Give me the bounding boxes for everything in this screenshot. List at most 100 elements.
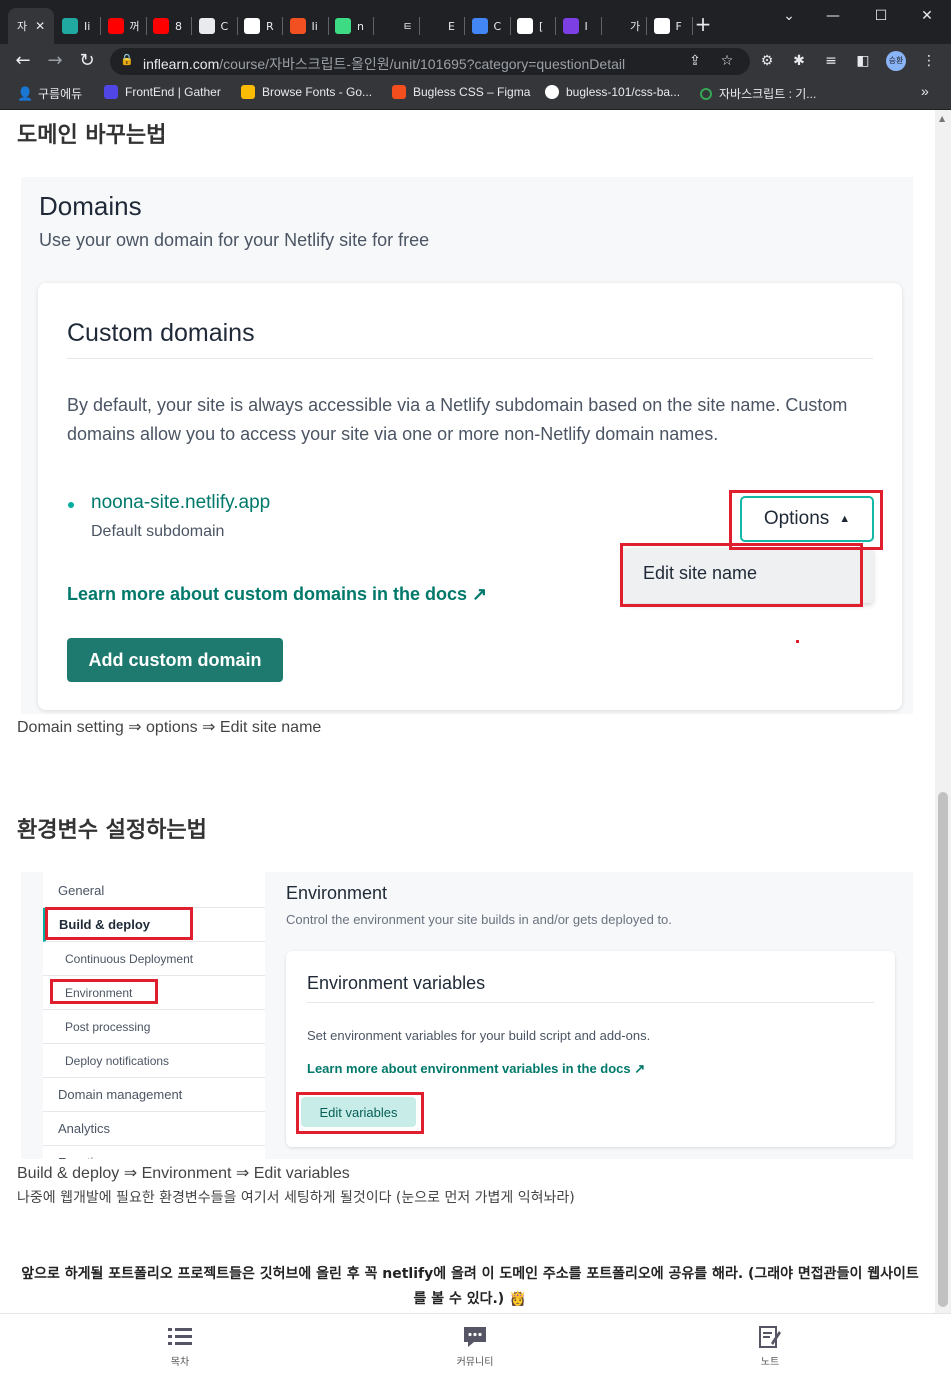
reload-button[interactable]: ↻ (76, 50, 98, 72)
bookmark-label: bugless-101/css-ba... (566, 85, 681, 99)
tab-item[interactable]: [ (511, 8, 555, 44)
new-tab-button[interactable]: + (693, 14, 713, 34)
sidebar-item-functions: Functions (43, 1146, 265, 1159)
tab-label: 가 (630, 20, 641, 33)
tab-favicon-icon (562, 18, 579, 34)
site-subdomain-link: noona-site.netlify.app (91, 492, 271, 513)
tab-favicon-icon (107, 18, 124, 34)
tab-favicon-icon (471, 18, 488, 34)
tab-favicon-icon (62, 18, 78, 34)
add-custom-domain-button: Add custom domain (67, 638, 283, 682)
bookmark-label: 구름에듀 (38, 87, 83, 101)
tab-item[interactable]: ㅌ (375, 8, 419, 44)
bookmark-item[interactable]: Bugless CSS – Figma (392, 85, 530, 99)
page-scrollbar[interactable]: ▲ (935, 110, 951, 1313)
figma-icon (392, 85, 406, 99)
tab-item[interactable]: Ii (56, 8, 100, 44)
back-button[interactable]: ← (12, 50, 34, 72)
tab-favicon-icon (244, 18, 260, 34)
url-text[interactable]: inflearn.com/course/자바스크립트-올인원/unit/1016… (143, 54, 625, 74)
bullet-icon (68, 502, 74, 508)
sidebar-item-continuous-deployment: Continuous Deployment (43, 942, 265, 976)
portfolio-advice: 앞으로 하게될 포트폴리오 프로젝트들은 깃허브에 올린 후 꼭 netlify… (21, 1266, 919, 1307)
address-bar[interactable]: 🔒 inflearn.com/course/자바스크립트-올인원/unit/10… (110, 48, 750, 75)
sidebar-item-deploy-notifications: Deploy notifications (43, 1044, 265, 1078)
note-icon (740, 1324, 800, 1350)
tab-favicon-icon (153, 18, 169, 34)
default-subdomain-label: Default subdomain (91, 523, 225, 540)
close-tab-icon[interactable]: ✕ (35, 19, 45, 33)
bookmark-label: 자바스크립트 : 기... (719, 87, 817, 101)
menu-kebab-icon[interactable]: ⋮ (920, 52, 938, 70)
github-icon (545, 85, 559, 99)
extensions-puzzle-icon[interactable]: ✱ (790, 52, 808, 70)
nav-label: 목차 (170, 1357, 190, 1368)
tab-favicon-icon (289, 18, 306, 34)
environment-subtitle: Control the environment your site builds… (286, 912, 672, 927)
nav-community[interactable]: 커뮤니티 (445, 1324, 505, 1368)
maximize-button[interactable]: ☐ (866, 6, 896, 26)
tab-item[interactable]: 8 (147, 8, 191, 44)
highlight-box-build-deploy (45, 907, 193, 940)
bookmark-label: Browse Fonts - Go... (262, 85, 373, 99)
tab-label: R (266, 19, 274, 33)
tab-item[interactable]: R (238, 8, 282, 44)
bookmark-label: Bugless CSS – Figma (413, 85, 531, 99)
custom-domains-description: By default, your site is always accessib… (67, 395, 848, 444)
domains-screenshot: Domains Use your own domain for your Net… (21, 177, 913, 714)
share-icon[interactable]: ⇪ (686, 52, 704, 70)
person-icon: 👤 (17, 85, 34, 101)
tab-active[interactable]: 자 ✕ (8, 8, 54, 44)
bookmark-item[interactable]: 👤 구름에듀 (17, 85, 82, 102)
close-window-button[interactable]: ✕ (912, 6, 942, 26)
bookmark-star-icon[interactable]: ☆ (718, 52, 736, 70)
tab-item[interactable]: Ii (284, 8, 328, 44)
minimize-button[interactable]: — (818, 6, 848, 26)
sidebar-item-analytics: Analytics (43, 1112, 265, 1146)
tab-favicon-icon (653, 18, 670, 34)
highlight-box-edit-site-name (620, 543, 863, 607)
learn-more-domains-link: Learn more about custom domains in the d… (67, 584, 488, 604)
environment-title: Environment (286, 883, 388, 903)
domains-title: Domains (39, 191, 142, 221)
tab-item[interactable]: F (648, 8, 692, 44)
tab-item[interactable]: E (420, 8, 464, 44)
url-host: inflearn.com (143, 56, 220, 72)
tab-label: C (493, 19, 502, 33)
side-panel-icon[interactable]: ◧ (854, 52, 872, 70)
tab-favicon-icon (608, 18, 624, 34)
tab-favicon-icon (335, 18, 351, 34)
tab-item[interactable]: 가 (602, 8, 646, 44)
nav-label: 노트 (760, 1357, 780, 1368)
reading-list-icon[interactable]: ≡ (822, 52, 840, 70)
tab-item[interactable]: C (466, 8, 510, 44)
bookmarks-overflow-icon[interactable]: » (921, 83, 929, 99)
nav-notes[interactable]: 노트 (740, 1324, 800, 1368)
tab-favicon-icon (517, 18, 533, 34)
nav-toc[interactable]: 목차 (150, 1324, 210, 1368)
lock-icon[interactable]: 🔒 (120, 53, 134, 66)
bookmark-item[interactable]: FrontEnd | Gather (104, 85, 221, 99)
forward-button[interactable]: → (44, 50, 66, 72)
bookmark-item[interactable]: bugless-101/css-ba... (545, 85, 680, 99)
caption-domain-steps: Domain setting ⇒ options ⇒ Edit site nam… (17, 719, 322, 736)
tab-label: Ii (311, 19, 318, 33)
env-vars-description: Set environment variables for your build… (307, 1028, 651, 1043)
bookmark-item[interactable]: 자바스크립트 : 기... (700, 85, 816, 102)
scroll-up-arrow-icon[interactable]: ▲ (939, 114, 945, 123)
scroll-thumb[interactable] (938, 792, 948, 1307)
tab-label: E (448, 19, 455, 33)
highlight-box-environment (50, 979, 158, 1004)
sidebar-item-post-processing: Post processing (43, 1010, 265, 1044)
tab-item[interactable]: C (193, 8, 237, 44)
bookmark-item[interactable]: Browse Fonts - Go... (241, 85, 372, 99)
tab-label: n (357, 19, 364, 33)
settings-extension-icon[interactable]: ⚙ (758, 52, 776, 70)
tab-item[interactable]: 꺼 (102, 8, 146, 44)
tab-item[interactable]: I (557, 8, 601, 44)
profile-avatar[interactable]: 승환 (886, 51, 906, 71)
url-path: /course/자바스크립트-올인원/unit/101695?category=… (219, 56, 626, 72)
tab-item[interactable]: n (329, 8, 373, 44)
tab-search-icon[interactable]: ⌄ (774, 6, 804, 26)
section-heading-env: 환경변수 설정하는법 (17, 818, 207, 843)
